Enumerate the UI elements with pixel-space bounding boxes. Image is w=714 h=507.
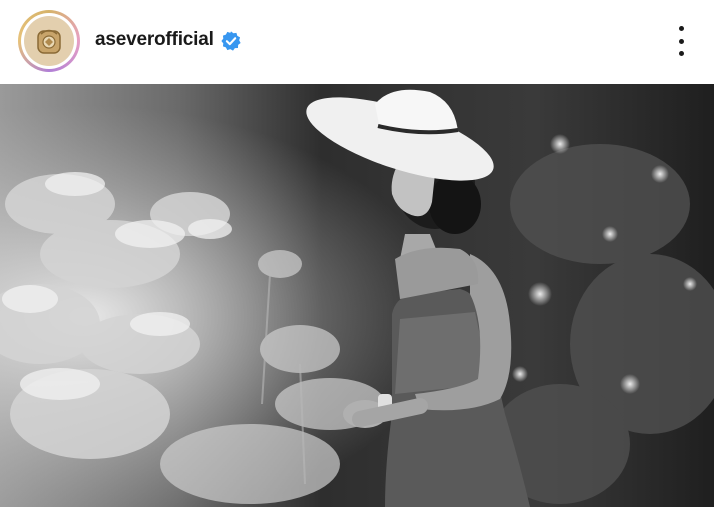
username-link[interactable]: aseverofficial <box>95 29 214 51</box>
more-options-button[interactable] <box>670 24 692 58</box>
post-header: aseverofficial <box>0 0 714 84</box>
dot <box>678 51 684 56</box>
avatar[interactable] <box>24 16 74 66</box>
verified-badge-icon <box>221 31 241 51</box>
dot <box>678 26 684 31</box>
crest-logo-icon <box>37 29 61 54</box>
avatar-frame <box>21 13 77 69</box>
bw-garden-photo <box>0 84 714 507</box>
post-photo[interactable] <box>0 84 714 507</box>
story-ring[interactable] <box>18 10 80 72</box>
dot <box>678 38 684 44</box>
